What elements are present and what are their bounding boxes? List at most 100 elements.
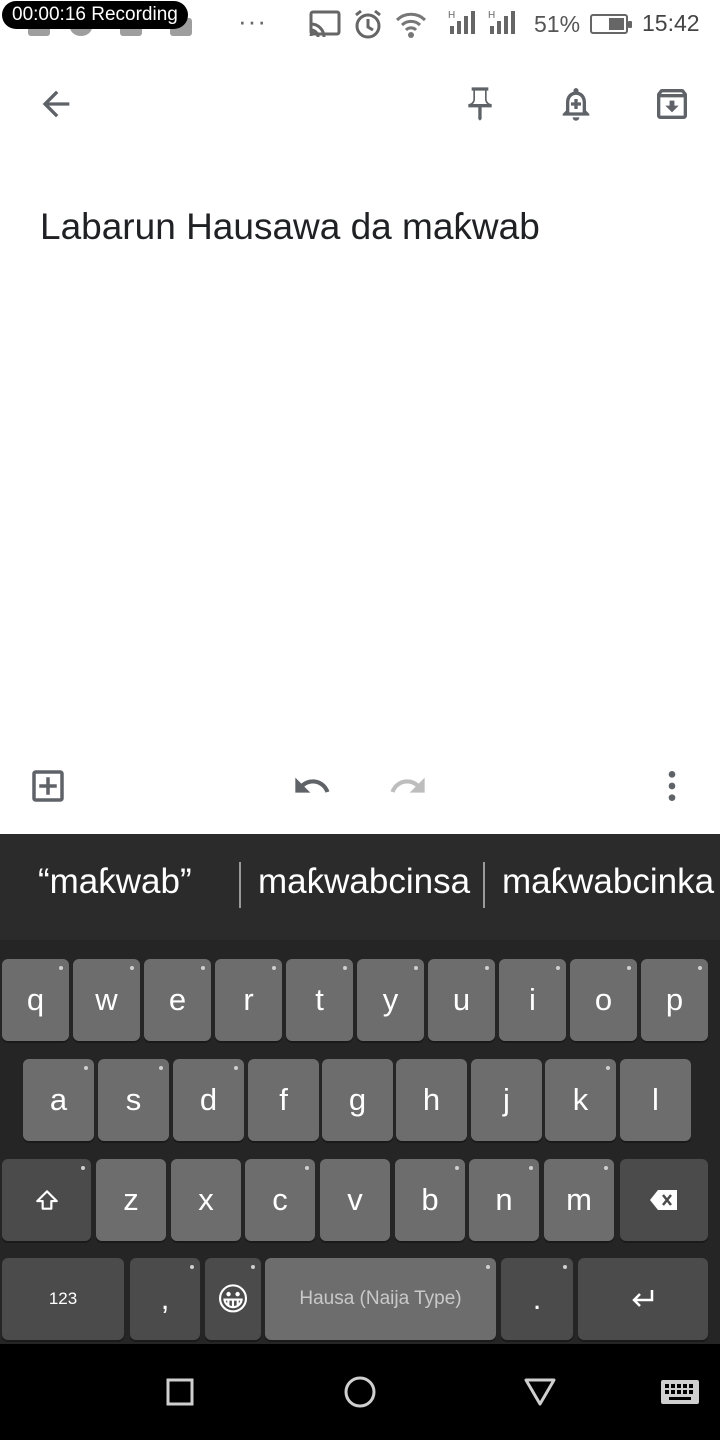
key-label: c [272, 1182, 288, 1217]
key-q[interactable]: q [2, 959, 69, 1041]
comma-key[interactable]: , [130, 1258, 200, 1340]
key-x[interactable]: x [171, 1159, 241, 1241]
long-press-hint-dot [698, 966, 702, 970]
long-press-hint-dot [159, 1066, 163, 1070]
key-n[interactable]: n [469, 1159, 539, 1241]
long-press-hint-dot [414, 966, 418, 970]
more-vert-icon [668, 771, 676, 801]
archive-button[interactable] [644, 76, 700, 132]
key-t[interactable]: t [286, 959, 353, 1041]
period-key[interactable]: . [501, 1258, 573, 1340]
status-bar: 00:00:16 Recording ··· H H 51% 15:42 [0, 0, 720, 48]
space-key[interactable]: Hausa (Naija Type) [265, 1258, 496, 1340]
long-press-hint-dot [59, 966, 63, 970]
key-m[interactable]: m [544, 1159, 614, 1241]
key-c[interactable]: c [245, 1159, 315, 1241]
signal-icon-2: H [488, 10, 515, 34]
archive-icon [657, 89, 687, 119]
keyboard-switch-button[interactable] [656, 1368, 704, 1416]
key-label: s [125, 1082, 142, 1117]
suggestion-1[interactable]: “maƙwab” [38, 862, 192, 902]
nav-back-button[interactable] [516, 1368, 564, 1416]
pin-button[interactable] [452, 76, 508, 132]
key-j[interactable]: j [471, 1059, 542, 1141]
key-w[interactable]: w [73, 959, 140, 1041]
navigation-bar [0, 1344, 720, 1440]
key-label: r [243, 982, 254, 1017]
redo-icon [390, 777, 425, 793]
enter-icon [632, 1290, 654, 1307]
key-v[interactable]: v [320, 1159, 390, 1241]
key-label: u [452, 982, 471, 1017]
key-label: f [279, 1082, 288, 1117]
key-s[interactable]: s [98, 1059, 169, 1141]
screen-recording-indicator[interactable]: 00:00:16 Recording [2, 1, 188, 29]
reminder-button[interactable] [548, 76, 604, 132]
key-label: g [348, 1082, 367, 1117]
key-label: 123 [48, 1289, 78, 1308]
enter-key[interactable] [578, 1258, 708, 1340]
battery-level-fill [609, 18, 624, 30]
wifi-icon [395, 12, 427, 38]
bell-plus-icon [562, 88, 590, 121]
key-u[interactable]: u [428, 959, 495, 1041]
long-press-hint-dot [305, 1166, 309, 1170]
key-label: k [572, 1082, 589, 1117]
suggestion-3[interactable]: maƙwabcinka [502, 862, 714, 902]
long-press-hint-dot [234, 1066, 238, 1070]
long-press-hint-dot [606, 1066, 610, 1070]
recents-button[interactable] [156, 1368, 204, 1416]
redo-button[interactable] [380, 758, 436, 814]
cast-icon [309, 10, 341, 38]
suggestion-divider [239, 862, 241, 908]
numbers-key[interactable]: 123 [2, 1258, 124, 1340]
key-label: h [422, 1082, 441, 1117]
key-l[interactable]: l [620, 1059, 691, 1141]
backspace-key[interactable] [620, 1159, 708, 1241]
key-r[interactable]: r [215, 959, 282, 1041]
long-press-hint-dot [272, 966, 276, 970]
key-label: b [421, 1182, 439, 1217]
long-press-hint-dot [604, 1166, 608, 1170]
key-label: x [198, 1182, 214, 1217]
key-label: d [199, 1082, 218, 1117]
key-o[interactable]: o [570, 959, 637, 1041]
key-label: e [168, 982, 187, 1017]
note-title[interactable]: Labarun Hausawa da maƙwab [40, 206, 540, 248]
key-h[interactable]: h [396, 1059, 467, 1141]
back-button[interactable] [28, 76, 84, 132]
key-label: t [315, 982, 324, 1017]
add-content-button[interactable] [20, 758, 76, 814]
more-options-button[interactable] [644, 758, 700, 814]
long-press-hint-dot [455, 1166, 459, 1170]
key-a[interactable]: a [23, 1059, 94, 1141]
emoji-key[interactable]: 😀 [205, 1258, 261, 1340]
key-e[interactable]: e [144, 959, 211, 1041]
arrow-left-icon [42, 90, 70, 118]
suggestion-strip: “maƙwab” maƙwabcinsa maƙwabcinka [0, 834, 720, 940]
long-press-hint-dot [201, 966, 205, 970]
key-z[interactable]: z [96, 1159, 166, 1241]
key-y[interactable]: y [357, 959, 424, 1041]
more-notifications-icon: ··· [238, 6, 267, 36]
key-d[interactable]: d [173, 1059, 244, 1141]
key-label: a [49, 1082, 68, 1117]
recording-label: Recording [91, 4, 178, 25]
battery-icon [590, 14, 632, 34]
suggestion-2[interactable]: maƙwabcinsa [258, 862, 470, 902]
suggestion-divider [483, 862, 485, 908]
battery-percent: 51% [534, 11, 581, 37]
shift-key[interactable] [2, 1159, 91, 1241]
key-i[interactable]: i [499, 959, 566, 1041]
key-b[interactable]: b [395, 1159, 465, 1241]
undo-button[interactable] [284, 758, 340, 814]
key-p[interactable]: p [641, 959, 708, 1041]
key-f[interactable]: f [248, 1059, 319, 1141]
emoji-icon: 😀 [216, 1281, 250, 1317]
home-button[interactable] [336, 1368, 384, 1416]
key-label: Hausa (Naija Type) [299, 1288, 462, 1309]
key-g[interactable]: g [322, 1059, 393, 1141]
long-press-hint-dot [190, 1265, 194, 1269]
add-box-icon [32, 770, 64, 802]
key-k[interactable]: k [545, 1059, 616, 1141]
